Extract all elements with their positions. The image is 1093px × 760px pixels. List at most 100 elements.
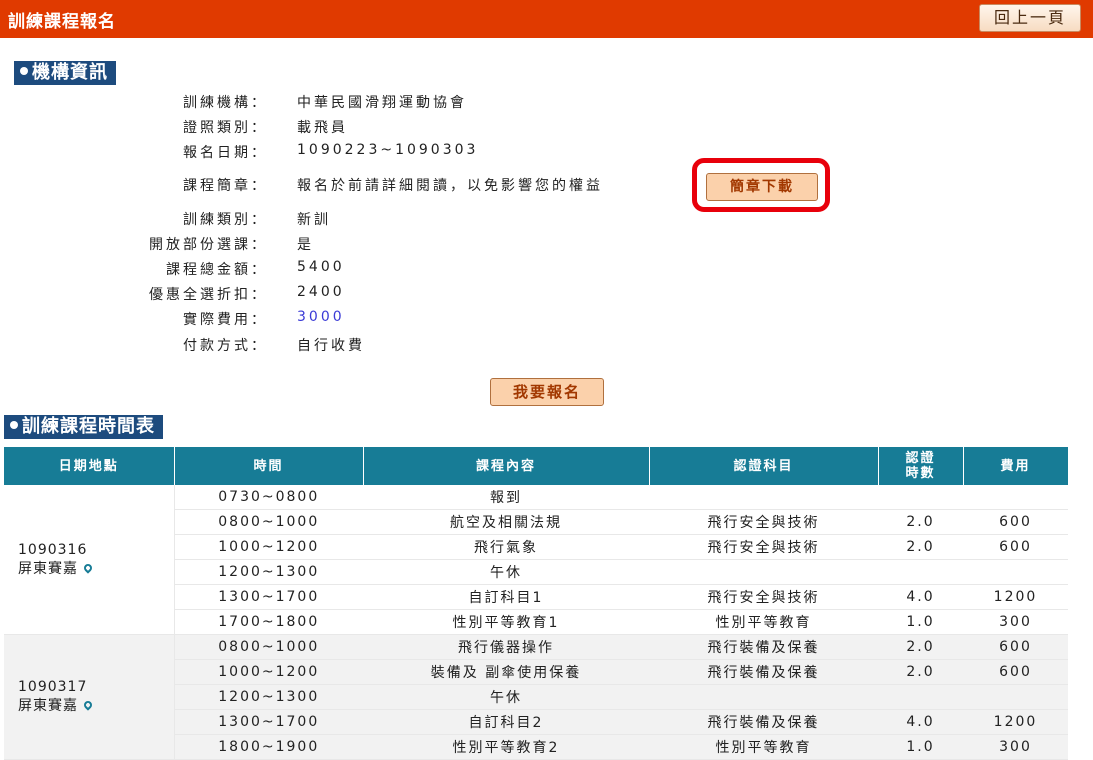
- column-header: 認證科目: [649, 447, 879, 485]
- info-row: 開放部份選課： 是: [0, 234, 900, 259]
- subject-cell: [649, 684, 878, 710]
- location-name[interactable]: 屏東賽嘉: [18, 698, 78, 714]
- info-label: 課程總金額：: [166, 262, 268, 278]
- fee-cell: [963, 559, 1068, 585]
- fee-cell: 300: [963, 609, 1068, 635]
- bullet-icon: [20, 67, 28, 75]
- location: 屏東賽嘉: [18, 558, 174, 578]
- brochure-download-button[interactable]: 簡章下載: [706, 173, 818, 201]
- course-cell: 午休: [363, 684, 649, 710]
- subject-cell: 飛行安全與技術: [649, 584, 878, 610]
- fee-cell: 1200: [963, 584, 1068, 610]
- info-row: 實際費用： 3000: [0, 309, 900, 334]
- section-header-institution: 機構資訊: [14, 61, 116, 85]
- signup-button[interactable]: 我要報名: [490, 378, 604, 406]
- info-value: 2400: [297, 284, 345, 300]
- course-cell: 午休: [363, 559, 649, 585]
- fee-cell: 300: [963, 734, 1068, 760]
- fee-cell: 600: [963, 509, 1068, 535]
- subject-cell: 飛行安全與技術: [649, 534, 878, 560]
- map-pin-icon[interactable]: [82, 699, 94, 711]
- subject-cell: 飛行安全與技術: [649, 509, 878, 535]
- column-header: 認證 時數: [878, 447, 964, 485]
- info-value: 自行收費: [297, 338, 365, 354]
- time-cell: 1300~1700: [174, 584, 363, 610]
- info-row: 付款方式： 自行收費: [0, 335, 900, 360]
- hours-cell: 2.0: [878, 634, 963, 660]
- info-value: 新訓: [297, 212, 331, 228]
- fee-cell: 600: [963, 634, 1068, 660]
- time-cell: 1200~1300: [174, 559, 363, 585]
- info-value: 載飛員: [297, 120, 348, 136]
- time-cell: 1200~1300: [174, 684, 363, 710]
- subject-cell: 飛行裝備及保養: [649, 709, 878, 735]
- info-value: 5400: [297, 259, 345, 275]
- hours-cell: 2.0: [878, 659, 963, 685]
- info-label: 開放部份選課：: [149, 237, 268, 253]
- time-cell: 1000~1200: [174, 659, 363, 685]
- schedule-table: 日期地點 時間 課程內容 認證科目 認證 時數 費用 1090316 屏東賽嘉 0730~08…: [4, 447, 1069, 760]
- info-label: 付款方式：: [183, 338, 268, 354]
- info-value: 是: [297, 237, 314, 253]
- column-header: 費用: [963, 447, 1069, 485]
- subject-cell: 飛行裝備及保養: [649, 659, 878, 685]
- fee-cell: [963, 485, 1068, 510]
- info-label: 優惠全選折扣：: [149, 287, 268, 303]
- time-cell: 0800~1000: [174, 634, 363, 660]
- location: 屏東賽嘉: [18, 695, 174, 715]
- column-header: 課程內容: [363, 447, 650, 485]
- bullet-icon: [10, 421, 18, 429]
- column-header: 日期地點: [4, 447, 175, 485]
- page-title: 訓練課程報名: [8, 12, 116, 32]
- table-header-row: 日期地點 時間 課程內容 認證科目 認證 時數 費用: [4, 447, 1069, 485]
- hours-cell: [878, 559, 963, 585]
- info-value: 1090223~1090303: [297, 142, 479, 158]
- info-value: 中華民國滑翔運動協會: [297, 95, 467, 111]
- location-name[interactable]: 屏東賽嘉: [18, 561, 78, 577]
- time-cell: 1000~1200: [174, 534, 363, 560]
- hours-cell: 4.0: [878, 584, 963, 610]
- date: 1090317: [18, 679, 88, 695]
- subject-cell: 性別平等教育: [649, 734, 878, 760]
- date: 1090316: [18, 541, 88, 558]
- fee-cell: 600: [963, 659, 1068, 685]
- hours-cell: 2.0: [878, 509, 963, 535]
- fee-cell: 1200: [963, 709, 1068, 735]
- subject-cell: [649, 559, 878, 585]
- info-label: 報名日期：: [183, 145, 268, 161]
- section-header-schedule: 訓練課程時間表: [4, 415, 163, 439]
- hours-cell: 1.0: [878, 609, 963, 635]
- hours-cell: 2.0: [878, 534, 963, 560]
- table-row: 1090317 屏東賽嘉 0800~1000 飛行儀器操作 飛行裝備及保養 2.0 600: [4, 634, 1068, 760]
- course-cell: 性別平等教育1: [363, 609, 649, 635]
- info-label: 課程簡章：: [183, 178, 268, 194]
- info-label: 證照類別：: [183, 120, 268, 136]
- date-location-cell: 1090317 屏東賽嘉: [4, 634, 175, 760]
- fee-cell: 600: [963, 534, 1068, 560]
- info-label: 訓練類別：: [183, 212, 268, 228]
- info-label: 實際費用：: [183, 312, 268, 328]
- info-label: 訓練機構：: [183, 95, 268, 111]
- column-header: 時間: [174, 447, 364, 485]
- info-row: 證照類別： 載飛員: [0, 117, 900, 142]
- info-value: 3000: [297, 309, 345, 325]
- time-cell: 0800~1000: [174, 509, 363, 535]
- subject-cell: [649, 485, 878, 510]
- info-row: 課程總金額： 5400: [0, 259, 900, 284]
- course-cell: 飛行儀器操作: [363, 634, 649, 660]
- fee-cell: [963, 684, 1068, 710]
- time-cell: 1800~1900: [174, 734, 363, 760]
- time-cell: 1700~1800: [174, 609, 363, 635]
- map-pin-icon[interactable]: [82, 561, 94, 574]
- subject-cell: 飛行裝備及保養: [649, 634, 878, 660]
- info-row: 訓練機構： 中華民國滑翔運動協會: [0, 92, 900, 117]
- hours-cell: [878, 485, 963, 510]
- hours-cell: 4.0: [878, 709, 963, 735]
- back-button[interactable]: 回上一頁: [978, 4, 1081, 32]
- date-location-cell: 1090316 屏東賽嘉: [4, 485, 175, 635]
- section-title: 訓練課程時間表: [22, 416, 155, 437]
- section-title: 機構資訊: [32, 62, 108, 83]
- subject-cell: 性別平等教育: [649, 609, 878, 635]
- course-cell: 報到: [363, 485, 649, 510]
- time-cell: 1300~1700: [174, 709, 363, 735]
